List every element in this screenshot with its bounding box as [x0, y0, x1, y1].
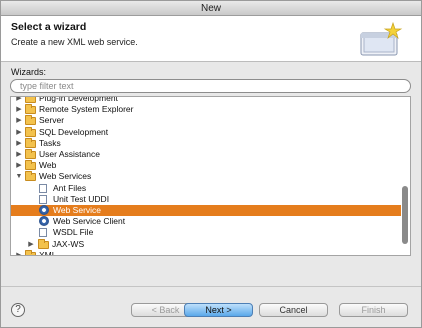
tree-item[interactable]: ▶ Tasks — [11, 137, 401, 149]
tree-item[interactable]: ▶ Server — [11, 115, 401, 126]
next-button[interactable]: Next > — [184, 303, 253, 317]
wizard-header: Select a wizard Create a new XML web ser… — [1, 16, 421, 62]
expand-arrow-closed-icon[interactable]: ▶ — [15, 250, 23, 255]
expand-arrow-closed-icon[interactable]: ▶ — [15, 97, 23, 104]
wizard-tree: ▶ Plug-in Development ▶ Remote System Explo… — [10, 96, 411, 256]
tree-item-label: Remote System Explorer — [39, 104, 134, 115]
folder-icon — [25, 149, 36, 159]
help-button[interactable]: ? — [11, 303, 25, 317]
tree-item[interactable]: Web Service Client — [11, 216, 401, 227]
tree-item-label: JAX-WS — [52, 238, 85, 249]
tree-item-label: WSDL File — [53, 227, 94, 238]
folder-icon — [25, 137, 36, 148]
expand-arrow-closed-icon[interactable]: ▶ — [15, 104, 23, 115]
expand-arrow-closed-icon[interactable]: ▶ — [15, 127, 23, 138]
tree-item-label: Plug-in Development — [39, 96, 118, 103]
expand-arrow-closed-icon[interactable]: ▶ — [27, 239, 35, 250]
tree-item[interactable]: ▶ Remote System Explorer — [11, 104, 401, 115]
filter-input[interactable] — [10, 79, 411, 93]
new-wizard-banner-icon — [360, 21, 403, 56]
new-wizard-dialog: New Select a wizard Create a new XML web… — [0, 0, 422, 328]
uddi-icon — [39, 194, 47, 204]
title-bar[interactable]: New — [1, 1, 421, 16]
scrollbar-thumb[interactable] — [402, 186, 408, 244]
tree-item-label: XML — [39, 249, 57, 256]
tree-item[interactable]: ▶ User Assistance — [11, 149, 401, 160]
expand-arrow-closed-icon[interactable]: ▶ — [15, 149, 23, 160]
web-service-icon — [39, 205, 49, 215]
tree-item-label: Web Service — [53, 205, 102, 215]
web-service-client-icon — [39, 216, 49, 227]
wsdl-file-icon — [39, 228, 47, 238]
folder-icon — [25, 115, 36, 126]
page-description: Create a new XML web service. — [11, 37, 138, 47]
tree-item-label: Web — [39, 160, 57, 171]
tree-item[interactable]: ▶ XML — [11, 249, 401, 256]
tree-item[interactable]: ▶ JAX-WS — [11, 238, 401, 250]
tree-item-label: Web Services — [39, 171, 92, 182]
window-title: New — [200, 3, 221, 14]
expand-arrow-open-icon[interactable]: ▼ — [15, 171, 23, 182]
footer-divider — [1, 286, 421, 287]
tree-item[interactable]: Ant Files — [11, 183, 401, 194]
folder-icon — [25, 104, 36, 115]
cancel-button[interactable]: Cancel — [259, 303, 328, 317]
folder-icon — [38, 238, 49, 249]
tree-item[interactable]: WSDL File — [11, 227, 401, 238]
folder-icon — [25, 171, 36, 182]
tree-scrollbar[interactable] — [400, 98, 409, 254]
wizards-label: Wizards: — [11, 67, 47, 77]
folder-icon — [25, 249, 36, 255]
finish-button[interactable]: Finish — [339, 303, 408, 317]
tree-item-label: User Assistance — [39, 149, 100, 159]
tree-item-label: Tasks — [39, 137, 61, 148]
tree-item-label: SQL Development — [39, 126, 109, 137]
expand-arrow-closed-icon[interactable]: ▶ — [15, 115, 23, 126]
tree-item[interactable]: ▶ Plug-in Development — [11, 96, 401, 104]
tree-item-label: Web Service Client — [53, 216, 126, 227]
ant-files-icon — [39, 183, 47, 193]
tree-item[interactable]: Unit Test UDDI — [11, 194, 401, 205]
tree-item[interactable]: Web Service — [11, 205, 401, 216]
expand-arrow-closed-icon[interactable]: ▶ — [15, 160, 23, 171]
tree-item[interactable]: ▶ Web — [11, 160, 401, 171]
tree-item-label: Unit Test UDDI — [53, 193, 110, 204]
tree-item[interactable]: ▼ Web Services — [11, 171, 401, 182]
page-title: Select a wizard — [11, 21, 87, 33]
folder-icon — [25, 160, 36, 171]
tree-item-label: Server — [39, 115, 65, 126]
folder-icon — [25, 126, 36, 137]
folder-icon — [25, 97, 36, 103]
tree-item[interactable]: ▶ SQL Development — [11, 126, 401, 138]
tree-item-label: Ant Files — [53, 182, 87, 193]
expand-arrow-closed-icon[interactable]: ▶ — [15, 138, 23, 149]
